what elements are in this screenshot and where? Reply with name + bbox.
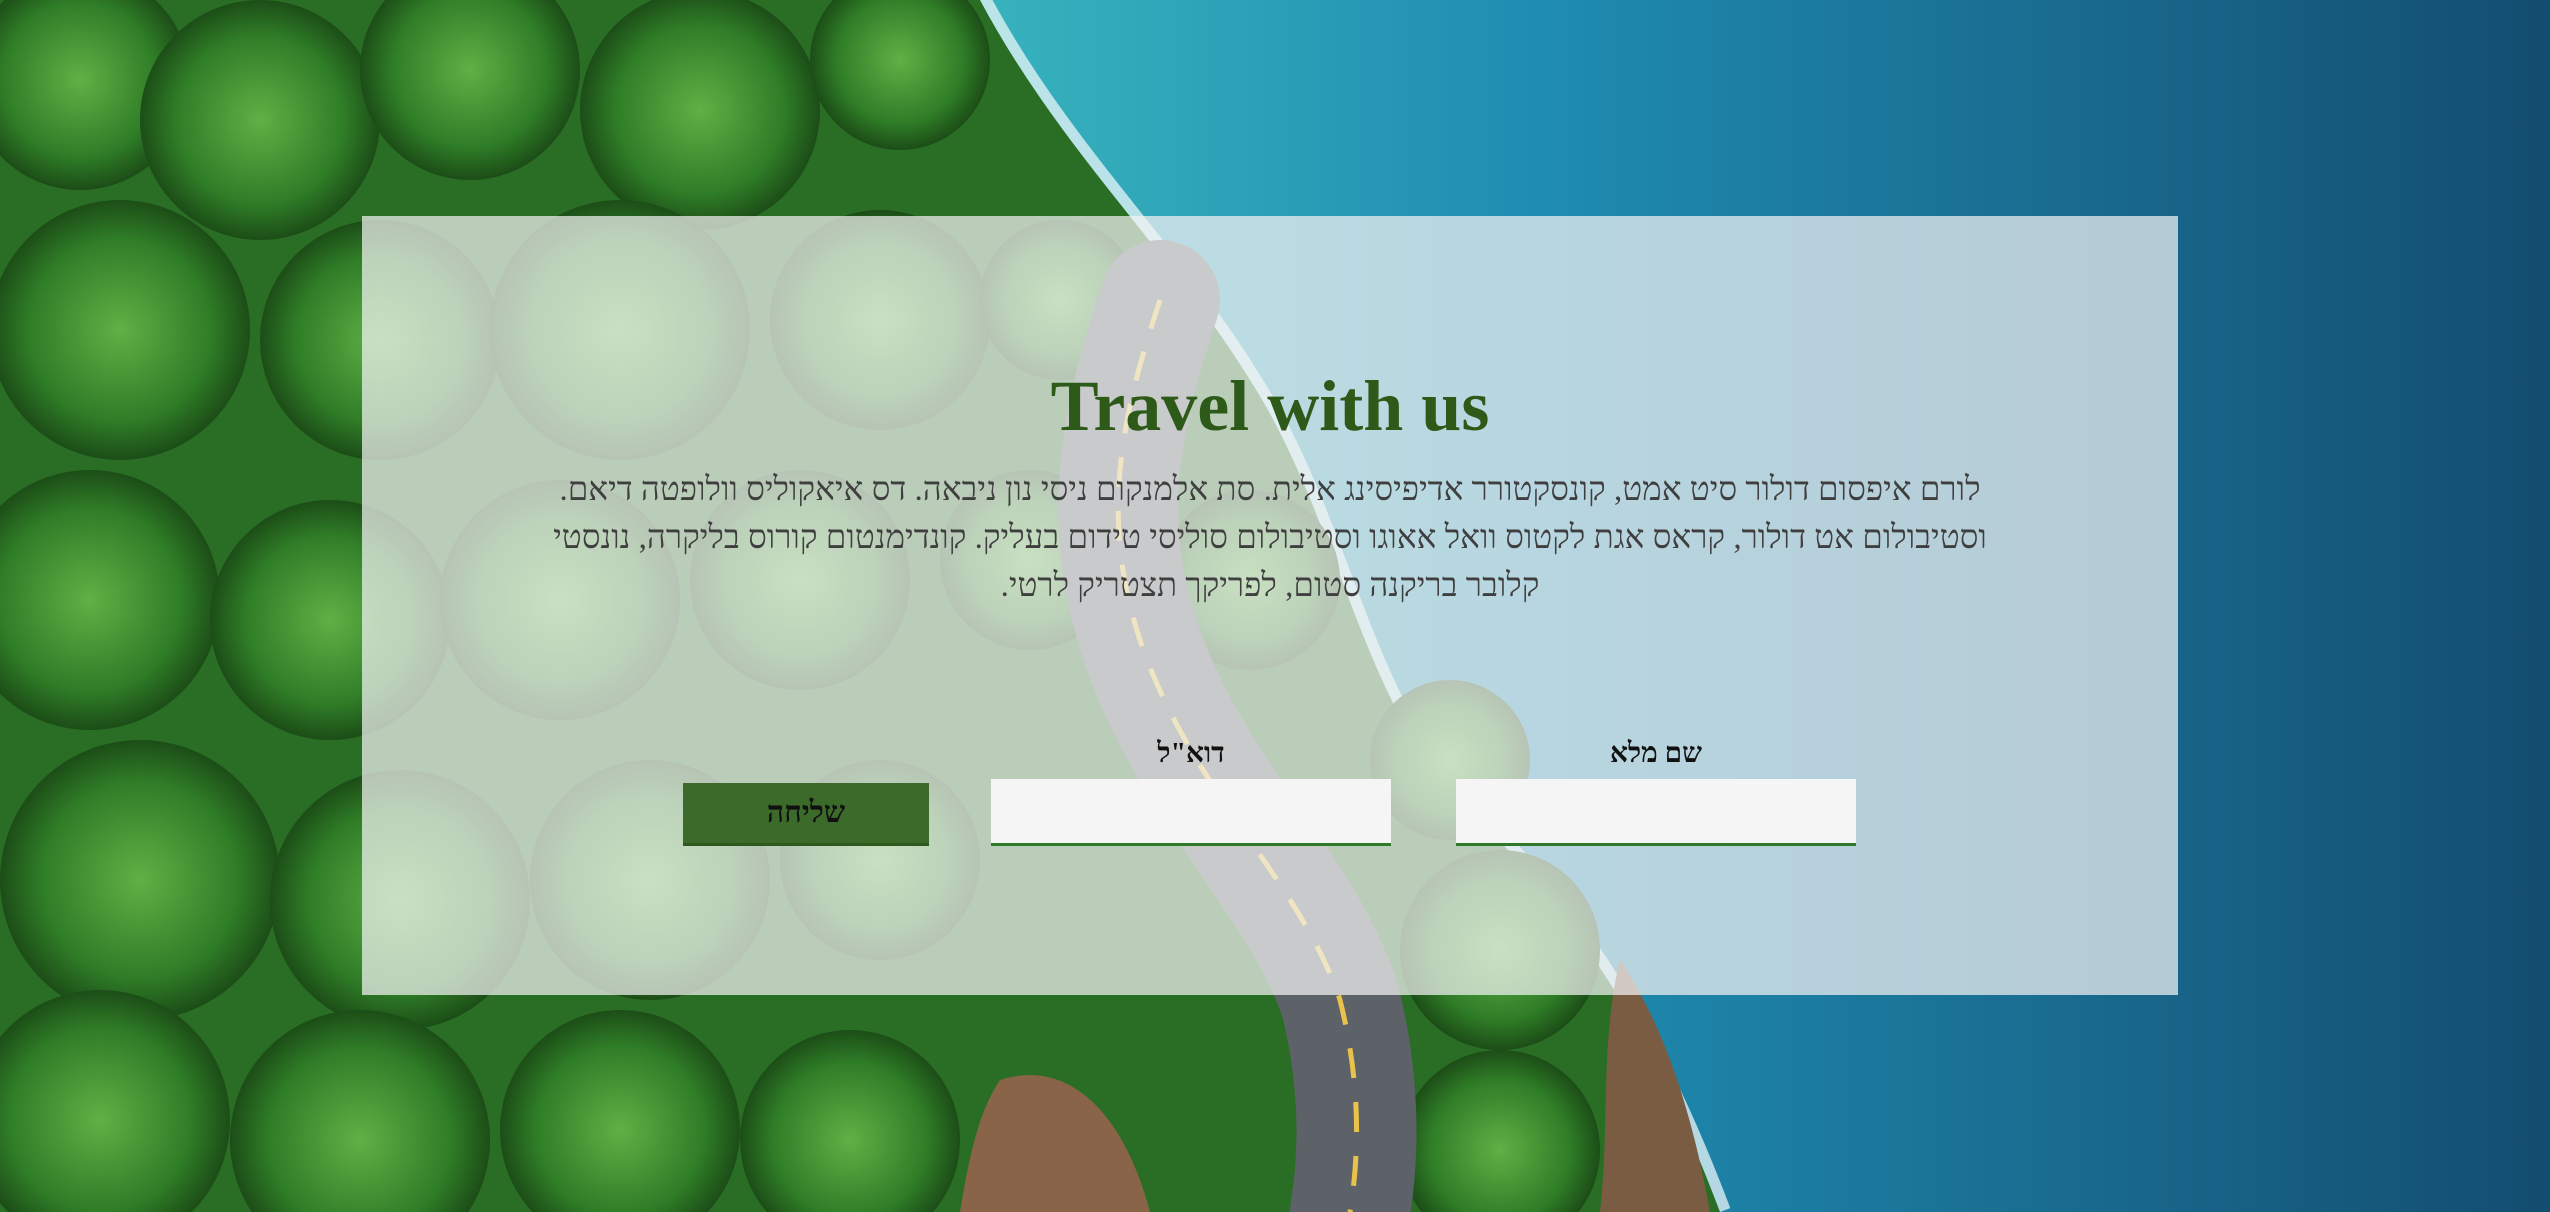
email-field[interactable] [991, 779, 1391, 846]
name-label: שם מלא [1610, 738, 1702, 769]
name-field[interactable] [1456, 779, 1856, 846]
description-text: לורם איפסום דולור סיט אמט, קונסקטורר אדי… [553, 472, 1987, 604]
submit-button[interactable]: שליחה [683, 783, 929, 846]
email-label: דוא"ל [1157, 738, 1225, 769]
contact-panel: Travel with us לורם איפסום דולור סיט אמט… [362, 216, 2178, 995]
page-title: Travel with us [1050, 366, 1490, 446]
